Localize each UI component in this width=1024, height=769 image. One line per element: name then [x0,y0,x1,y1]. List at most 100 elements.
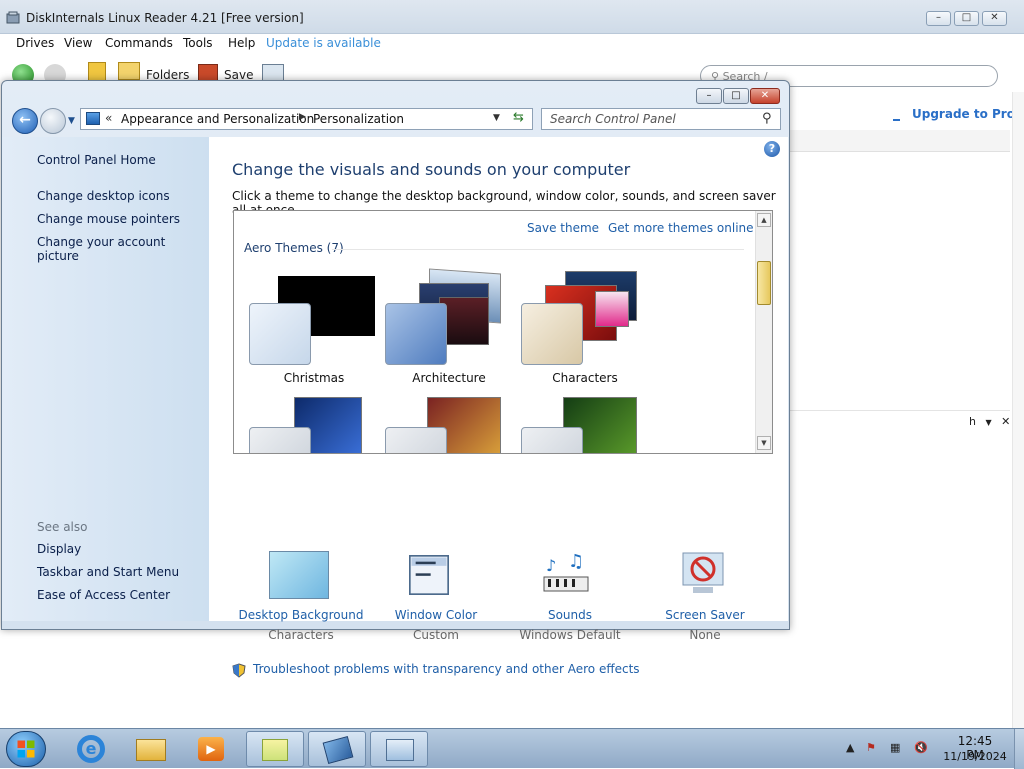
bg-titlebar[interactable]: DiskInternals Linux Reader 4.21 [Free ve… [0,0,1024,34]
scroll-down-icon[interactable]: ▼ [757,436,771,450]
option-subtitle: Characters [268,628,334,642]
theme-list-scrollbar[interactable]: ▲ ▼ [755,211,772,453]
option-subtitle: None [689,628,721,642]
address-dropdown-icon[interactable]: ▼ [493,113,500,123]
network-icon[interactable]: ▦ [890,741,900,754]
folders-icon[interactable] [118,62,140,80]
scroll-up-icon[interactable]: ▲ [757,213,771,227]
option-title[interactable]: Sounds [500,608,640,622]
close-panel-icon[interactable]: ✕ [1001,415,1010,428]
menu-drives[interactable]: Drives [16,36,54,50]
theme-row2-1[interactable] [244,397,384,453]
taskbar-sticky-notes[interactable] [246,731,304,767]
address-bar[interactable]: « Appearance and Personalization ▶ Perso… [80,108,533,130]
display-link[interactable]: Display [37,542,81,556]
bg-minimize-button[interactable]: – [926,11,951,26]
taskbar-explorer[interactable] [122,731,180,767]
option-title[interactable]: Screen Saver [635,608,775,622]
minimize-button[interactable]: – [696,88,722,104]
wallpaper-stack-front [595,291,629,327]
breadcrumb-separator-icon[interactable]: ▶ [299,112,306,122]
theme-christmas[interactable]: Christmas [244,271,384,391]
control-panel-home-link[interactable]: Control Panel Home [37,153,156,167]
change-mouse-pointers-link[interactable]: Change mouse pointers [37,212,180,226]
control-panel-icon [86,112,100,125]
menu-help[interactable]: Help [228,36,255,50]
taskbar-media-player[interactable]: ▶ [182,731,240,767]
taskbar-start-menu-link[interactable]: Taskbar and Start Menu [37,565,179,579]
ease-of-access-link[interactable]: Ease of Access Center [37,588,170,602]
refresh-icon[interactable]: ⇆ [513,110,524,125]
breadcrumb-prefix[interactable]: « [105,111,112,125]
option-title[interactable]: Desktop Background [231,608,371,622]
theme-list[interactable]: Save theme Get more themes online Aero T… [233,210,773,454]
menu-commands[interactable]: Commands [105,36,173,50]
window-color-option[interactable]: Window Color Custom [366,551,506,651]
update-link[interactable]: Update is available [266,36,381,50]
breadcrumb-personalization[interactable]: Personalization [313,112,404,126]
close-button[interactable]: ✕ [750,88,780,104]
search-icon[interactable]: ⚲ [762,111,772,126]
desktop-background-option[interactable]: Desktop Background Characters [231,551,371,651]
troubleshoot-link[interactable]: Troubleshoot problems with transparency … [253,662,640,676]
bg-list-header [790,130,1010,152]
save-theme-link[interactable]: Save theme [527,221,599,235]
show-hidden-icons-icon[interactable]: ▲ [846,741,854,754]
search-control-panel-input[interactable]: Search Control Panel ⚲ [541,108,781,130]
window-color-icon [409,555,449,595]
change-desktop-icons-link[interactable]: Change desktop icons [37,189,170,203]
taskbar-diskinternals[interactable] [308,731,366,767]
get-more-themes-link[interactable]: Get more themes online [608,221,754,235]
window-color-swatch [521,303,583,365]
see-also-label: See also [37,520,88,534]
bg-panel-tag: h [969,415,976,428]
screen-saver-icon [682,552,724,593]
sounds-icon: ♪ ♫ [543,551,589,592]
bg-scrollbar[interactable] [1012,92,1024,728]
personalization-window: – □ ✕ ← ▼ « Appearance and Personalizati… [1,80,790,678]
dropdown-icon[interactable]: ▼ [985,418,991,427]
theme-architecture[interactable]: Architecture [379,268,519,391]
window-color-swatch [521,427,583,453]
taskbar-control-panel[interactable] [370,731,428,767]
start-button[interactable] [6,731,46,767]
bg-menubar: Drives View Commands Tools Help Update i… [0,34,1024,54]
breadcrumb-appearance[interactable]: Appearance and Personalization [121,112,314,126]
history-dropdown-icon[interactable]: ▼ [68,116,75,126]
aero-themes-heading: Aero Themes (7) [244,241,344,255]
folder-icon [136,739,166,761]
taskbar: e ▶ ▲ ⚑ ▦ 🔇 [0,728,1024,769]
show-desktop-button[interactable] [1014,729,1024,769]
theme-label: Christmas [283,371,345,385]
bg-divider [790,410,1010,411]
section-divider [332,249,744,250]
clock-date[interactable]: 11/19/2024 [942,750,1008,763]
maximize-button[interactable]: □ [723,88,749,104]
action-center-icon[interactable]: ⚑ [866,741,876,754]
bg-close-button[interactable]: ✕ [982,11,1007,26]
desktop-background-icon [269,551,329,599]
menu-view[interactable]: View [64,36,92,50]
page-title: Change the visuals and sounds on your co… [232,160,631,179]
option-subtitle: Custom [413,628,459,642]
help-icon[interactable]: ? [764,141,780,157]
bg-maximize-button[interactable]: □ [954,11,979,26]
theme-row2-3[interactable] [515,397,655,453]
forward-button[interactable] [40,108,66,134]
bg-panel-header: h ▼ ✕ [969,415,1010,428]
taskbar-ie[interactable]: e [62,731,120,767]
theme-characters[interactable]: Characters [515,271,655,391]
sounds-option[interactable]: ♪ ♫ Sounds Windows Default [500,551,640,651]
volume-muted-icon[interactable]: 🔇 [914,741,928,754]
theme-row2-2[interactable] [379,397,519,453]
change-account-picture-link[interactable]: Change your account picture [37,235,209,263]
screen-saver-option[interactable]: Screen Saver None [635,551,775,651]
scroll-thumb[interactable] [757,261,771,305]
upgrade-link[interactable]: Upgrade to Pro! [912,107,1020,121]
bg-window-title: DiskInternals Linux Reader 4.21 [Free ve… [26,11,304,25]
option-title[interactable]: Window Color [366,608,506,622]
window-color-swatch [249,427,311,453]
back-button[interactable]: ← [12,108,38,134]
theme-label: Architecture [412,371,486,385]
menu-tools[interactable]: Tools [183,36,213,50]
